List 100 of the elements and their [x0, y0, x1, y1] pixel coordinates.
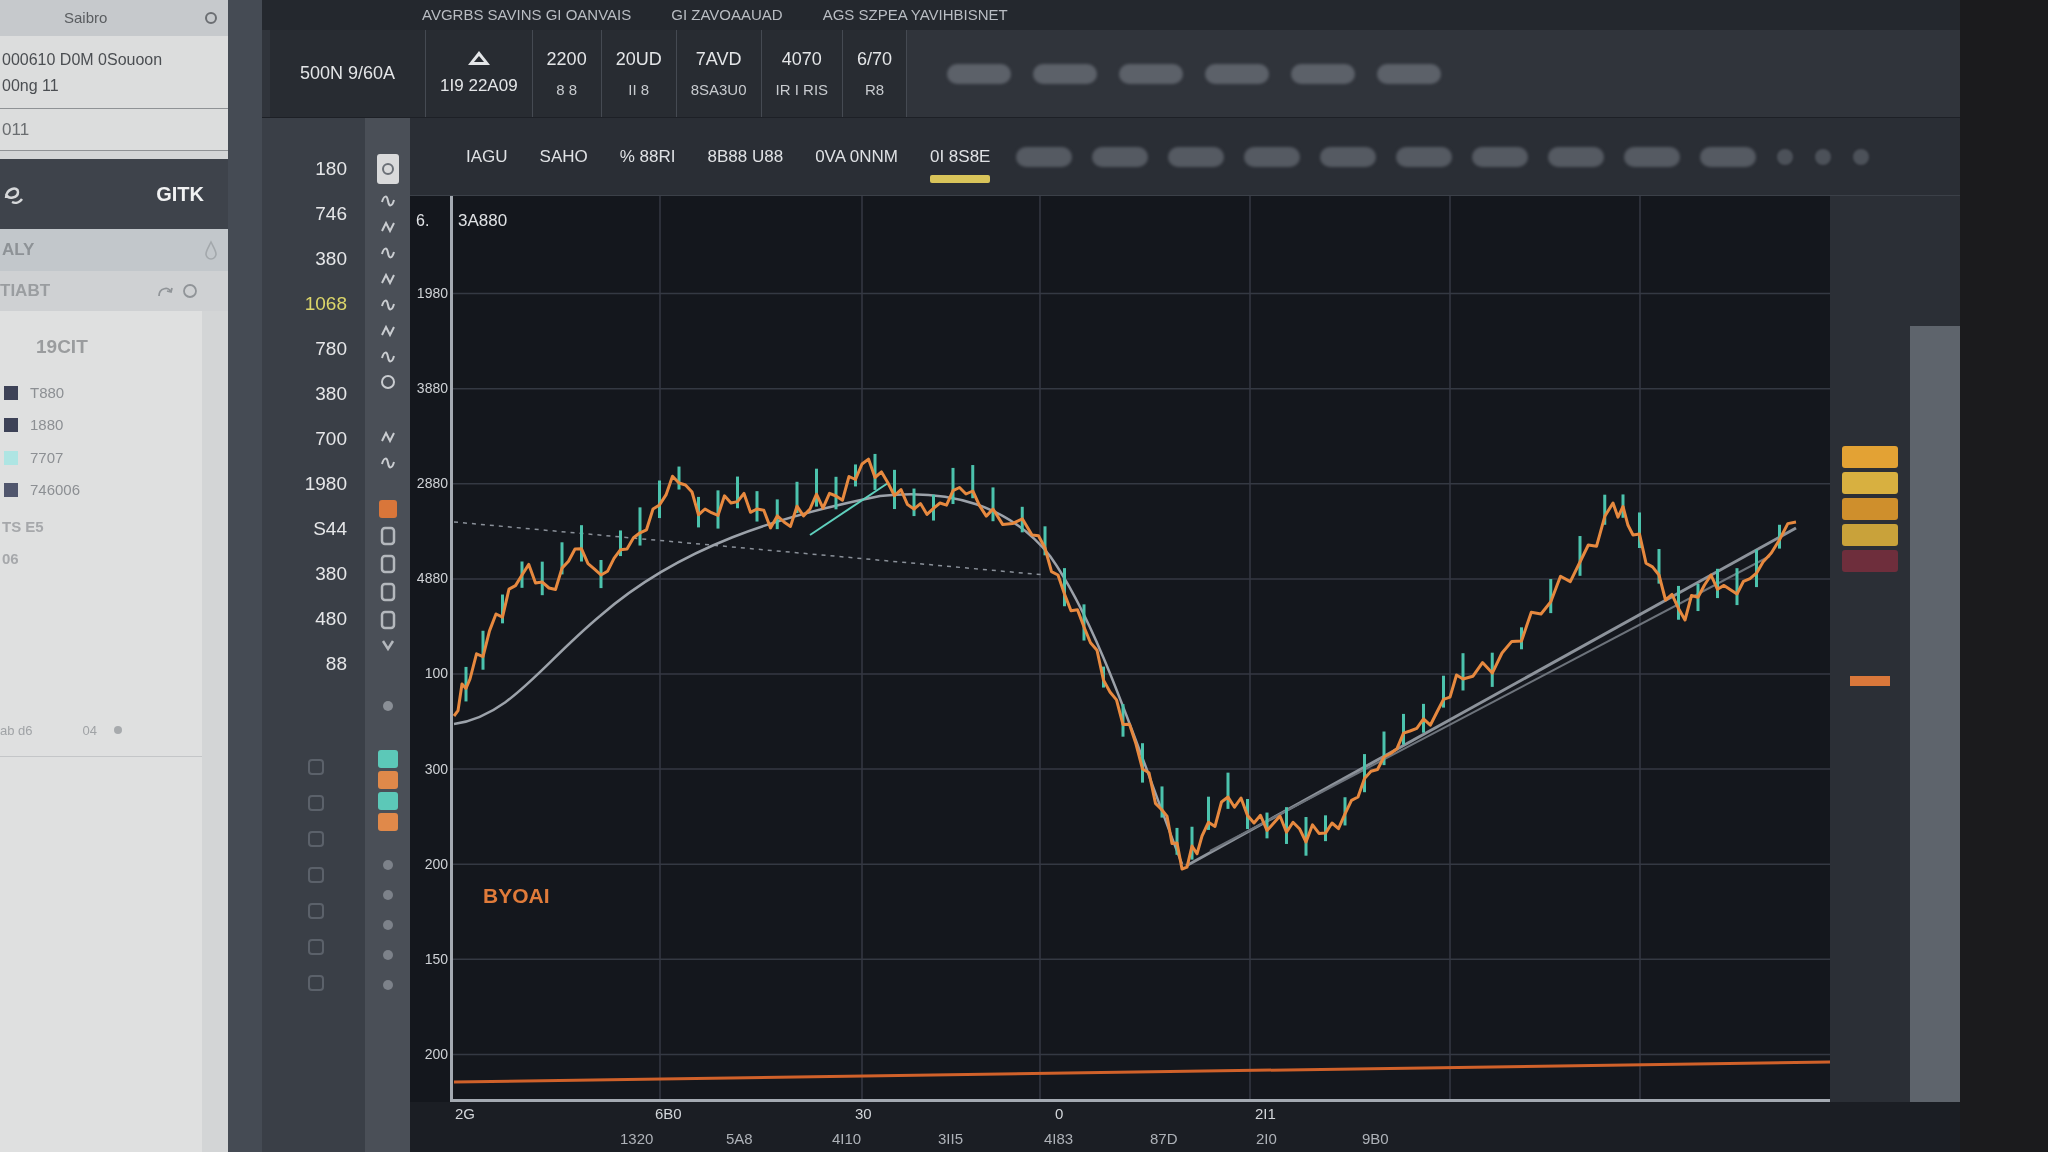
- x-axis-label: 1320: [620, 1130, 654, 1147]
- y-axis-label: 150: [424, 949, 448, 969]
- note-text: 06: [2, 549, 20, 569]
- square-icon: [307, 794, 325, 812]
- price-level: 180: [315, 158, 347, 180]
- dot-icon: [381, 949, 394, 961]
- x-axis-label: 2I1: [1255, 1105, 1276, 1122]
- price-level: 780: [315, 338, 347, 360]
- dot-icon: [381, 889, 394, 901]
- card-icon: [376, 154, 399, 184]
- legend-label: 1880: [30, 415, 64, 435]
- info-text: 000610 D0M 0Souoon: [2, 50, 164, 70]
- square-icon: [307, 938, 325, 956]
- dot-icon: [381, 859, 394, 871]
- toolbar-cell[interactable]: 6/70 R8: [843, 30, 908, 117]
- dot-icon: [1814, 147, 1833, 166]
- price-level: S44: [313, 518, 347, 540]
- legend-label: 746006: [30, 480, 81, 500]
- toolbar-cell[interactable]: 20UD II 8: [601, 30, 677, 117]
- footer-text: 04: [82, 721, 97, 740]
- x-axis-label: 3II5: [938, 1130, 964, 1147]
- price-marker: [1850, 676, 1890, 686]
- x-axis-label: 87D: [1150, 1130, 1178, 1147]
- chart-corner-label: 6.: [416, 211, 430, 231]
- chevron-icon: [379, 638, 396, 652]
- blurred-tab[interactable]: [1092, 146, 1149, 167]
- blurred-tab[interactable]: [1377, 63, 1442, 84]
- blurred-tab[interactable]: [1016, 146, 1073, 167]
- drop-icon: [204, 240, 218, 260]
- chart-tab[interactable]: IAGU: [460, 129, 514, 184]
- chart-annotation: BYOAI: [483, 883, 550, 909]
- panel-title: Saibro: [64, 7, 108, 28]
- blurred-tab[interactable]: [1624, 146, 1681, 167]
- color-swatch[interactable]: [377, 750, 398, 768]
- section-title: GITK: [156, 182, 204, 207]
- blurred-tab[interactable]: [1700, 146, 1757, 167]
- blurred-tab[interactable]: [1168, 146, 1225, 167]
- x-axis-label: 4I10: [832, 1130, 862, 1147]
- color-swatch[interactable]: [377, 813, 398, 831]
- square-icon: [307, 830, 325, 848]
- ring-icon: [182, 283, 198, 299]
- price-level: 88: [325, 653, 347, 675]
- x-axis-label: 30: [855, 1105, 872, 1122]
- dot-icon: [113, 725, 123, 736]
- blurred-tab[interactable]: [1396, 146, 1453, 167]
- circle-icon: [204, 11, 218, 25]
- toolbar-cell[interactable]: 1I9 22A09: [426, 30, 533, 117]
- price-level: 746: [315, 203, 347, 225]
- blurred-tab[interactable]: [1205, 63, 1270, 84]
- dot-icon: [381, 700, 394, 712]
- blurred-tab[interactable]: [1244, 146, 1301, 167]
- y-axis-label: 300: [424, 759, 448, 779]
- legend-label: T880: [30, 382, 65, 403]
- chart-tab[interactable]: % 88RI: [613, 129, 682, 184]
- blurred-tab[interactable]: [1472, 146, 1529, 167]
- frame-icon: [379, 526, 396, 546]
- y-axis-label: 3880: [416, 379, 448, 399]
- blurred-tab[interactable]: [1320, 146, 1377, 167]
- dot-icon: [381, 919, 394, 931]
- x-axis-label: 9B0: [1362, 1130, 1389, 1147]
- x-axis-label: 4I83: [1044, 1130, 1074, 1147]
- x-axis-label: 2G: [455, 1105, 475, 1122]
- x-axis-label: 5A8: [726, 1130, 753, 1147]
- color-swatch[interactable]: [377, 792, 398, 810]
- chart-tab[interactable]: 0I 8S8E: [923, 129, 997, 184]
- toolbar-cell[interactable]: 4070 IR I RIS: [761, 30, 844, 117]
- title-text: GI ZAVOAAUAD: [671, 4, 783, 25]
- dot-icon: [1776, 147, 1795, 166]
- group-title: 19CIT: [35, 335, 89, 359]
- blurred-tab[interactable]: [1548, 146, 1605, 167]
- chart-tab[interactable]: SAHO: [533, 129, 594, 184]
- chart-tab[interactable]: 8B88 U88: [701, 129, 790, 184]
- y-axis-label: 2880: [416, 474, 448, 494]
- y-axis-label: 100: [424, 664, 448, 684]
- price-level: 1068: [304, 293, 347, 315]
- blurred-tab[interactable]: [1033, 63, 1098, 84]
- y-axis-label: 200: [424, 1044, 448, 1064]
- chart-value-label: 3A880: [458, 210, 508, 232]
- blurred-tab[interactable]: [1119, 63, 1184, 84]
- toolbar-cell[interactable]: 7AVD 8SA3U0: [676, 30, 762, 117]
- color-swatch[interactable]: [377, 771, 398, 789]
- note-text: TS E5: [2, 516, 45, 537]
- price-level: 380: [315, 563, 347, 585]
- toolbar-cell[interactable]: 2200 8 8: [532, 30, 602, 117]
- x-axis-label: 0: [1055, 1105, 1064, 1122]
- y-axis-label: 4880: [416, 569, 448, 589]
- blurred-tab[interactable]: [1291, 63, 1356, 84]
- dot-icon: [1852, 147, 1871, 166]
- dot-icon: [381, 979, 394, 991]
- y-axis-label: 200: [424, 854, 448, 874]
- info-text: 00ng 11: [2, 76, 60, 96]
- ring-icon: [379, 374, 396, 390]
- toolbar-cell[interactable]: 500N 9/60A: [270, 30, 427, 117]
- blurred-tab[interactable]: [947, 63, 1012, 84]
- x-axis-label: 6B0: [655, 1105, 682, 1122]
- chart-tab[interactable]: 0VA 0NNM: [809, 129, 904, 184]
- y-axis-label: 1980: [416, 284, 448, 304]
- square-icon: [378, 500, 397, 518]
- price-level: 380: [315, 383, 347, 405]
- price-level: 480: [315, 608, 347, 630]
